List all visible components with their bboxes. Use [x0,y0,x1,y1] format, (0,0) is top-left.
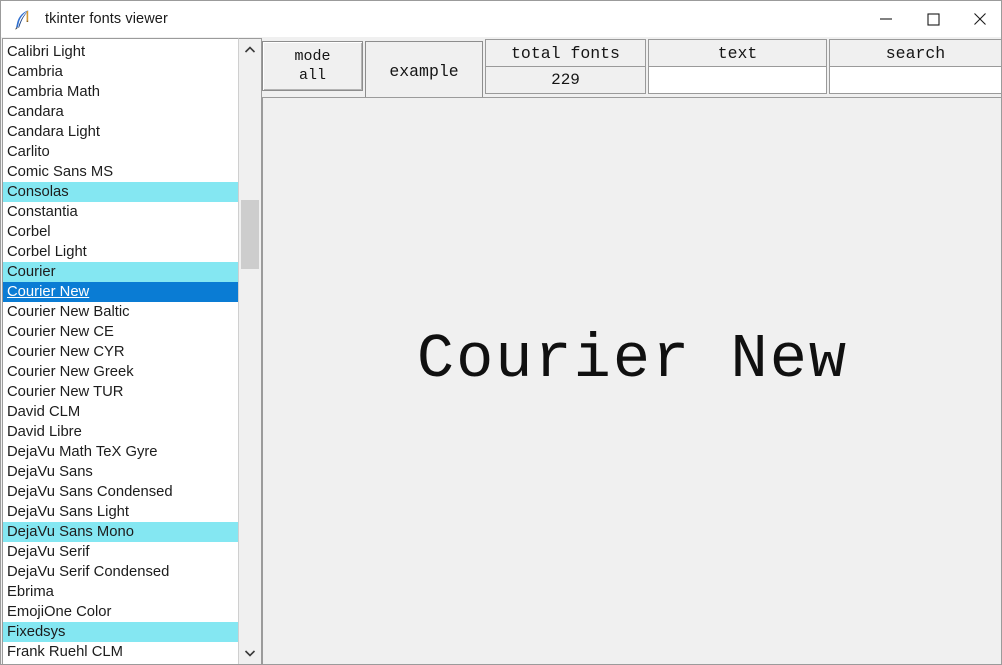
scroll-up-button[interactable] [239,39,261,61]
font-list-item[interactable]: DejaVu Serif [3,542,238,562]
mode-button-title: mode [294,47,331,65]
font-list-item-label: Candara [7,104,64,120]
tab-example[interactable]: example [365,41,483,100]
window-controls [862,1,1001,37]
font-list-item-label: DejaVu Sans Light [7,504,130,520]
font-list-item-label: DejaVu Sans [7,464,93,480]
font-list-item-label: Courier New Baltic [7,304,130,320]
font-list-item[interactable]: Courier New [3,282,238,302]
font-list-item-label: EmojiOne Color [7,604,112,620]
font-list-item[interactable]: Candara [3,102,238,122]
font-list-item-label: Frank Ruehl CLM [7,644,123,660]
font-list-item[interactable]: Corbel Light [3,242,238,262]
search-field-group: search [829,39,1001,94]
font-list-item[interactable]: David Libre [3,422,238,442]
search-field-label: search [829,39,1001,67]
font-list-item[interactable]: Courier New CYR [3,342,238,362]
font-listbox[interactable]: Calibri Light Cambria Cambria Math Candara C… [2,38,238,664]
font-list-item[interactable]: Candara Light [3,122,238,142]
font-list-item[interactable]: DejaVu Sans Light [3,502,238,522]
font-preview-panel: Courier New [262,97,1001,664]
font-list-item[interactable]: EmojiOne Color [3,602,238,622]
total-fonts-label: total fonts [485,39,646,67]
font-list-item-label: Candara Light [7,124,100,140]
total-fonts-value: 229 [485,67,646,94]
font-list-item[interactable]: Cambria [3,62,238,82]
mode-button-value: all [298,67,326,84]
font-list-item-label: Carlito [7,144,50,160]
font-list-item-label: DejaVu Math TeX Gyre [7,444,158,460]
font-list-item-label: David Libre [7,424,82,440]
font-list-item[interactable]: Ebrima [3,582,238,602]
font-list-item-label: Corbel Light [7,244,87,260]
search-input[interactable] [829,67,1001,94]
text-field-group: text [648,39,827,94]
font-list-item-label: David CLM [7,404,81,420]
font-list-item-label: Corbel [7,224,51,240]
font-list-item-label: Cambria Math [7,84,100,100]
application-window: tkinter fonts viewer Calibri Light Cambr… [0,0,1002,665]
font-list-item[interactable]: David CLM [3,402,238,422]
font-list-item[interactable]: Consolas [3,182,238,202]
font-list-item[interactable]: Comic Sans MS [3,162,238,182]
font-list-item[interactable]: Courier New CE [3,322,238,342]
font-list-item-label: Cambria [7,64,63,80]
text-field-label: text [648,39,827,67]
font-list-item-label: Courier New [7,284,90,300]
total-fonts-field: total fonts 229 [485,39,646,94]
title-bar: tkinter fonts viewer [1,1,1001,37]
font-list-item-label: Calibri Light [7,44,86,60]
font-list-item-label: DejaVu Sans Mono [7,524,134,540]
font-list-item[interactable]: Carlito [3,142,238,162]
font-list-item[interactable]: DejaVu Sans Condensed [3,482,238,502]
mode-button[interactable]: mode all [262,41,363,91]
window-title: tkinter fonts viewer [45,11,168,27]
font-list-item-label: Constantia [7,204,78,220]
font-list-item[interactable]: Constantia [3,202,238,222]
font-list-scrollbar[interactable] [238,38,262,664]
font-list-item-label: DejaVu Serif Condensed [7,564,170,580]
font-list-item-label: Comic Sans MS [7,164,114,180]
font-list-item[interactable]: Frank Ruehl CLM [3,642,238,662]
font-list-item[interactable]: Courier [3,262,238,282]
font-list-item[interactable]: Courier New TUR [3,382,238,402]
font-list-item[interactable]: Cambria Math [3,82,238,102]
minimize-button[interactable] [862,1,909,36]
feather-quill-icon [10,6,36,32]
maximize-button[interactable] [909,1,956,36]
scrollbar-thumb[interactable] [241,200,259,269]
font-list-item-label: Courier New CE [7,324,114,340]
font-list-item[interactable]: Courier New Baltic [3,302,238,322]
font-list-item-label: Courier New TUR [7,384,124,400]
font-list-item[interactable]: DejaVu Serif Condensed [3,562,238,582]
scroll-down-button[interactable] [239,642,261,664]
font-list-items: Calibri Light Cambria Cambria Math Candara C… [3,42,238,662]
font-preview-text: Courier New [416,323,849,395]
font-list-item[interactable]: Fixedsys [3,622,238,642]
font-list-item[interactable]: DejaVu Sans [3,462,238,482]
toolbar: mode all example total fonts 229 text se… [262,39,1001,100]
font-list-item[interactable]: Corbel [3,222,238,242]
font-list-item-label: Ebrima [7,584,54,600]
font-list-item[interactable]: Calibri Light [3,42,238,62]
font-list-item-label: Courier New CYR [7,344,125,360]
font-list-item-label: Courier New Greek [7,364,134,380]
font-list-item-label: DejaVu Sans Condensed [7,484,173,500]
font-list-item-label: Consolas [7,184,69,200]
font-list-item[interactable]: Courier New Greek [3,362,238,382]
font-list-item[interactable]: DejaVu Sans Mono [3,522,238,542]
font-list-item[interactable]: DejaVu Math TeX Gyre [3,442,238,462]
close-button[interactable] [956,1,1001,36]
text-input[interactable] [648,67,827,94]
font-list-item-label: Fixedsys [7,624,66,640]
font-list-item-label: DejaVu Serif [7,544,90,560]
font-list-item-label: Courier [7,264,56,280]
